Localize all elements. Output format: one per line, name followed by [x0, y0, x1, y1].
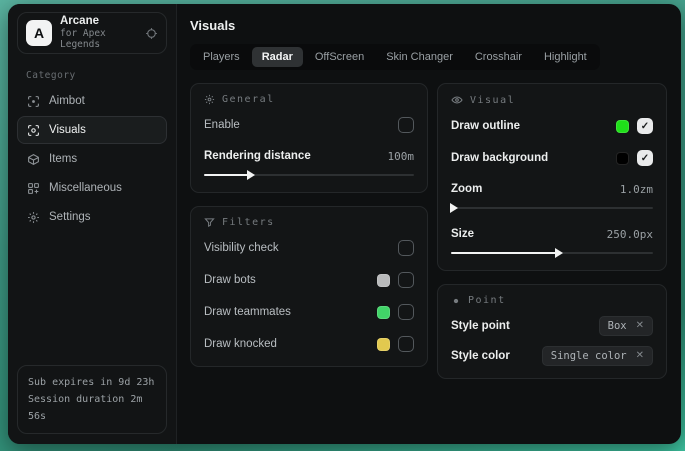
setting-row-style-color: Style color Single color ✕	[451, 346, 653, 366]
setting-row-draw-outline: Draw outline ✓	[451, 116, 653, 136]
tab-highlight[interactable]: Highlight	[534, 47, 597, 67]
sidebar-nav: Aimbot Visuals Items	[17, 87, 167, 231]
sidebar-item-miscellaneous[interactable]: Miscellaneous	[17, 174, 167, 202]
category-label: Category	[26, 70, 167, 81]
draw-background-checkbox[interactable]: ✓	[637, 150, 653, 166]
content-grid: General Enable ✓ Rendering distance 100m	[190, 83, 667, 379]
session-duration-text: Session duration 2m 56s	[28, 391, 156, 425]
tab-crosshair[interactable]: Crosshair	[465, 47, 532, 67]
draw-teammates-color-swatch[interactable]	[377, 306, 390, 319]
panel-filters: Filters Visibility check ✓ Draw bots ✓ D…	[190, 206, 428, 367]
size-value: 250.0px	[607, 228, 653, 241]
panel-title: Point	[468, 295, 506, 306]
tab-bar: Players Radar OffScreen Skin Changer Cro…	[190, 44, 600, 70]
sidebar-item-label: Miscellaneous	[49, 182, 122, 194]
panel-visual: Visual Draw outline ✓ Draw background ✓ …	[437, 83, 667, 271]
setting-row-draw-knocked: Draw knocked ✓	[204, 334, 414, 354]
setting-row-enable: Enable ✓	[204, 115, 414, 135]
sidebar-item-aimbot[interactable]: Aimbot	[17, 87, 167, 115]
eye-icon	[451, 94, 463, 106]
eye-scan-icon	[27, 124, 40, 137]
sidebar-item-items[interactable]: Items	[17, 145, 167, 173]
close-icon[interactable]: ✕	[636, 321, 644, 331]
grid-icon	[27, 182, 40, 195]
app-subtitle: for Apex Legends	[60, 29, 137, 51]
setting-row-style-point: Style point Box ✕	[451, 316, 653, 336]
draw-outline-color-swatch[interactable]	[616, 120, 629, 133]
draw-teammates-checkbox[interactable]: ✓	[398, 304, 414, 320]
style-color-tag[interactable]: Single color ✕	[542, 346, 653, 366]
slider-fill	[204, 174, 248, 176]
tab-players[interactable]: Players	[193, 47, 250, 67]
draw-bots-checkbox[interactable]: ✓	[398, 272, 414, 288]
slider-fill	[451, 252, 556, 254]
app-window: A Arcane for Apex Legends Category Aimbo…	[8, 4, 681, 444]
panel-title: General	[222, 94, 275, 105]
panel-general: General Enable ✓ Rendering distance 100m	[190, 83, 428, 193]
tab-skin-changer[interactable]: Skin Changer	[376, 47, 463, 67]
sidebar-item-label: Visuals	[49, 124, 86, 136]
visibility-check-checkbox[interactable]: ✓	[398, 240, 414, 256]
sidebar-item-visuals[interactable]: Visuals	[17, 116, 167, 144]
funnel-icon	[204, 217, 215, 228]
draw-outline-checkbox[interactable]: ✓	[637, 118, 653, 134]
draw-knocked-color-swatch[interactable]	[377, 338, 390, 351]
draw-background-color-swatch[interactable]	[616, 152, 629, 165]
style-point-tag[interactable]: Box ✕	[599, 316, 653, 336]
size-slider[interactable]	[451, 248, 653, 258]
crosshair-scan-icon	[27, 95, 40, 108]
sidebar-item-label: Items	[49, 153, 77, 165]
rendering-distance-slider[interactable]	[204, 170, 414, 180]
zoom-value: 1.0zm	[620, 183, 653, 196]
sidebar-item-label: Aimbot	[49, 95, 85, 107]
app-name: Arcane	[60, 15, 137, 28]
draw-knocked-checkbox[interactable]: ✓	[398, 336, 414, 352]
setting-row-draw-teammates: Draw teammates ✓	[204, 302, 414, 322]
main-area: Visuals Players Radar OffScreen Skin Cha…	[177, 4, 681, 444]
panel-title: Visual	[470, 95, 515, 106]
page-title: Visuals	[190, 18, 667, 33]
setting-row-zoom: Zoom 1.0zm	[451, 179, 653, 199]
gear-icon	[204, 94, 215, 105]
panel-title: Filters	[222, 217, 275, 228]
tab-radar[interactable]: Radar	[252, 47, 303, 67]
setting-row-visibility-check: Visibility check ✓	[204, 238, 414, 258]
brand-card: A Arcane for Apex Legends	[17, 12, 167, 54]
setting-row-draw-background: Draw background ✓	[451, 148, 653, 168]
target-icon[interactable]	[145, 27, 158, 40]
panel-point: Point Style point Box ✕ Style color Sing…	[437, 284, 667, 379]
cube-icon	[27, 153, 40, 166]
setting-row-size: Size 250.0px	[451, 224, 653, 244]
app-logo: A	[26, 20, 52, 46]
rendering-distance-value: 100m	[388, 150, 415, 163]
gear-icon	[27, 211, 40, 224]
session-info-card: Sub expires in 9d 23h Session duration 2…	[17, 365, 167, 434]
tab-offscreen[interactable]: OffScreen	[305, 47, 374, 67]
sidebar-item-label: Settings	[49, 211, 91, 223]
setting-row-draw-bots: Draw bots ✓	[204, 270, 414, 290]
enable-checkbox[interactable]: ✓	[398, 117, 414, 133]
zoom-slider[interactable]	[451, 203, 653, 213]
sidebar: A Arcane for Apex Legends Category Aimbo…	[8, 4, 177, 444]
draw-bots-color-swatch[interactable]	[377, 274, 390, 287]
sub-expiry-text: Sub expires in 9d 23h	[28, 374, 156, 391]
sidebar-item-settings[interactable]: Settings	[17, 203, 167, 231]
close-icon[interactable]: ✕	[636, 351, 644, 361]
setting-row-rendering-distance: Rendering distance 100m	[204, 146, 414, 166]
dot-icon	[451, 296, 461, 306]
